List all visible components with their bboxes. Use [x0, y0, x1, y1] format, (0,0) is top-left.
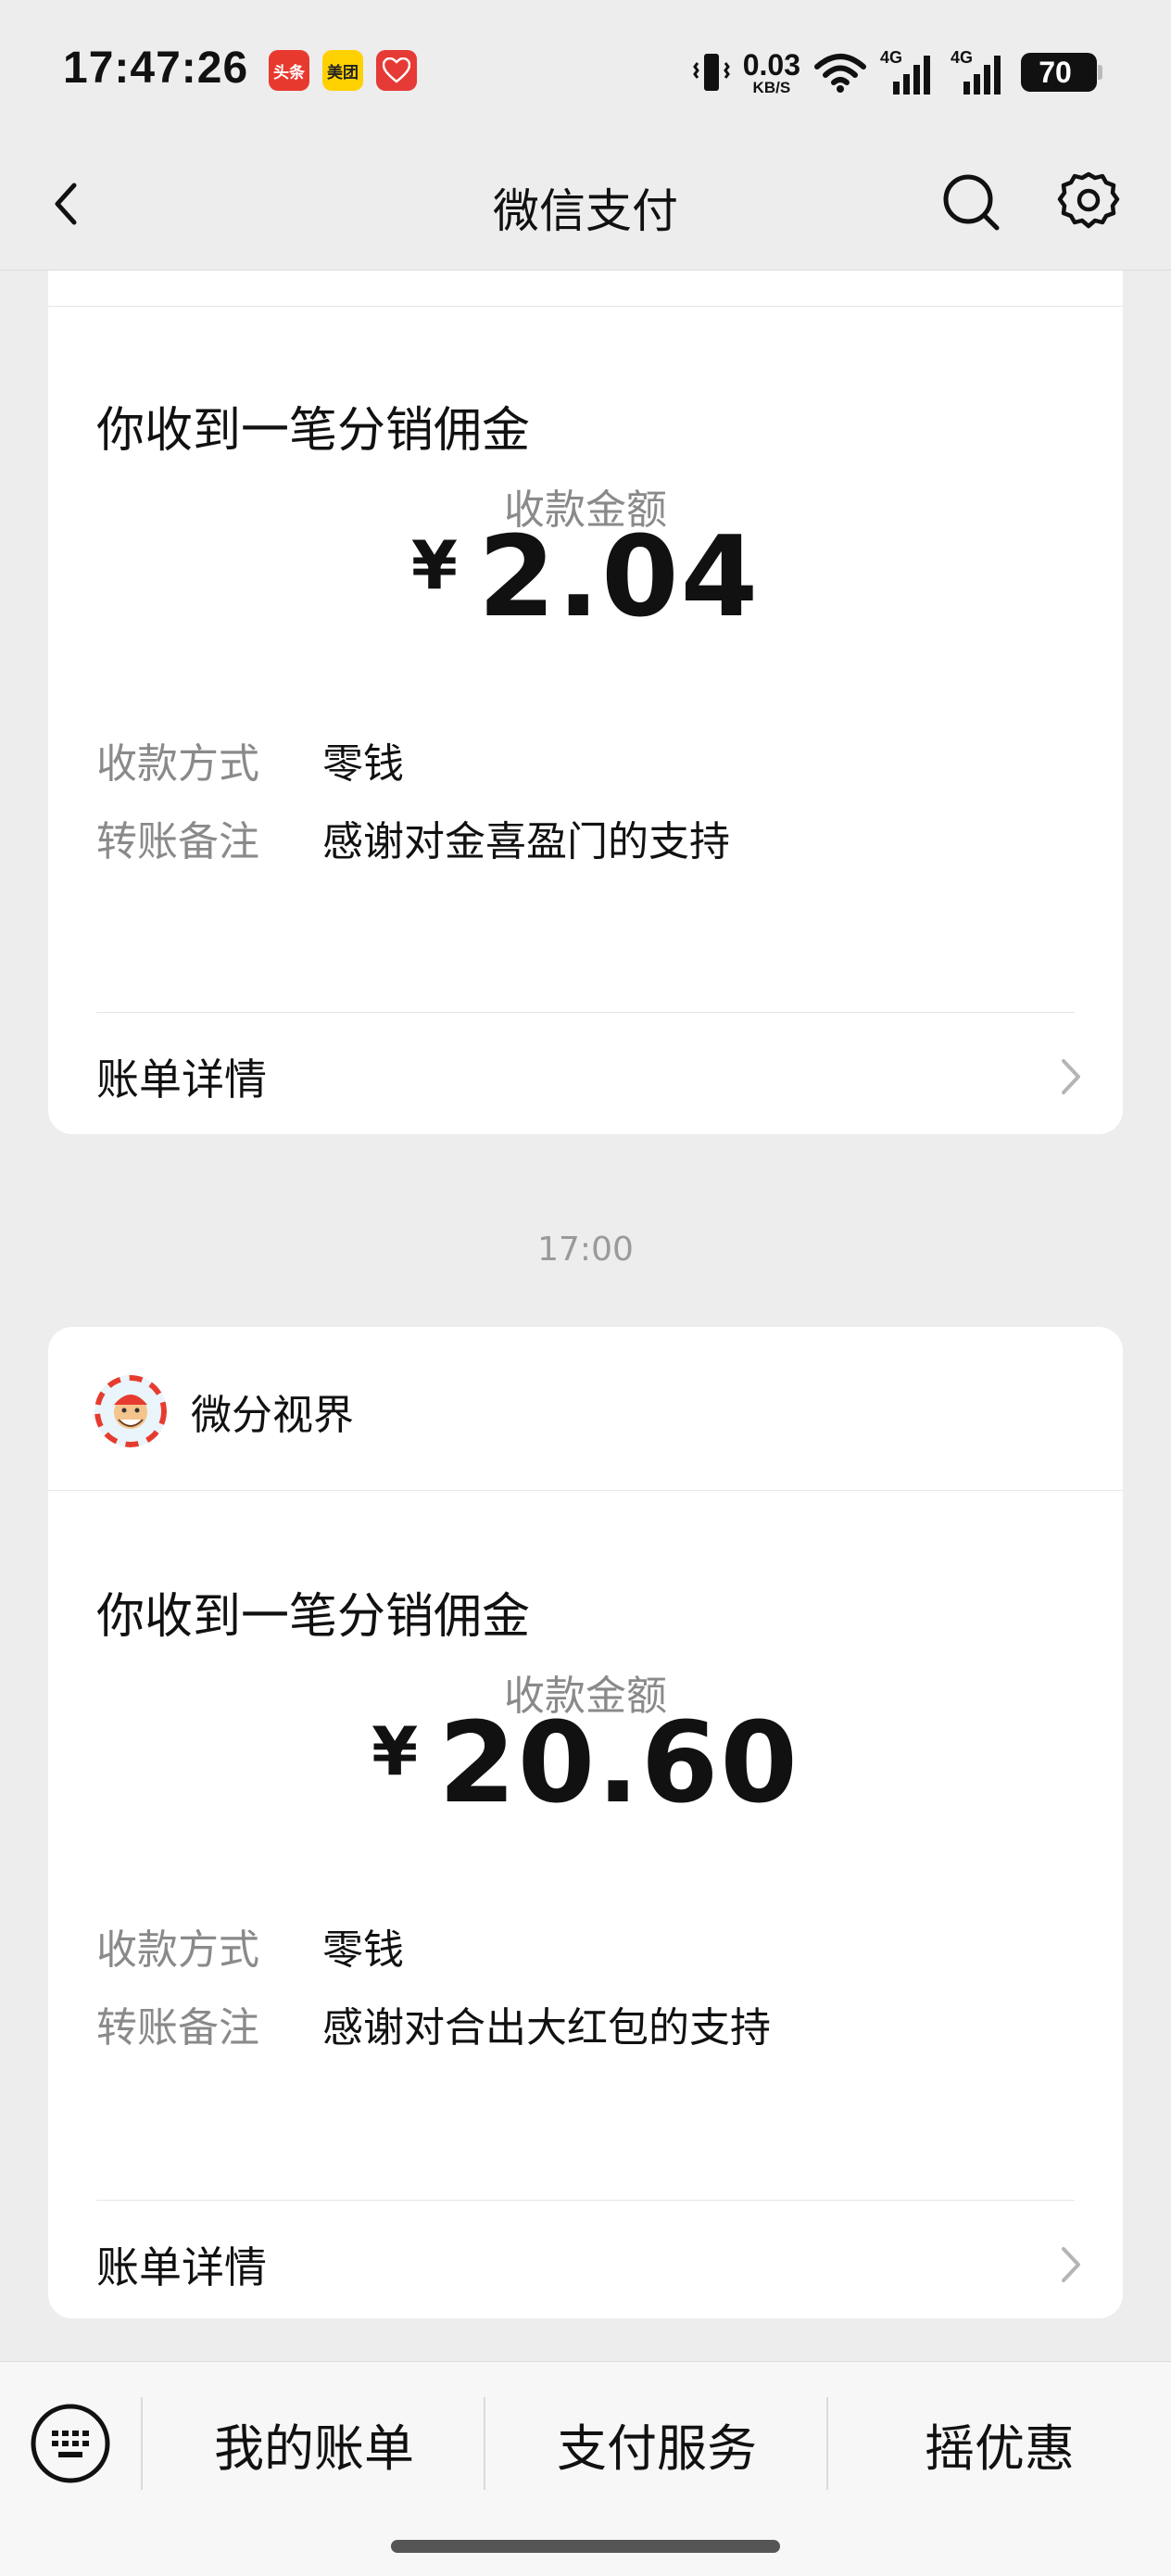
menu-shake-offers[interactable]: 摇优惠: [828, 2399, 1171, 2488]
keyboard-icon[interactable]: [28, 2401, 113, 2486]
chevron-right-icon: [1062, 1059, 1080, 1094]
wifi-icon: [814, 54, 866, 93]
status-time: 17:47:26: [63, 44, 249, 93]
payment-message-card: 你收到一笔分销佣金 收款金额 ¥2.04 收款方式 零钱 转账备注 感谢对金喜盈…: [48, 271, 1123, 1134]
payment-message-card: 微分视界 你收到一笔分销佣金 收款金额 ¥20.60 收款方式 零钱 转账备注 …: [48, 1327, 1123, 2318]
divider: [48, 306, 1123, 307]
status-bar: 17:47:26 头条 美团 0.03 KB/S 4G 4G 70: [0, 0, 1171, 139]
wechat-pay-chat-page: 17:47:26 头条 美团 0.03 KB/S 4G 4G 70 微信支付 你…: [0, 0, 1171, 2576]
toutiao-app-icon: 头条: [269, 50, 309, 91]
nav-bar: 微信支付: [0, 139, 1171, 271]
bill-details-link[interactable]: 账单详情: [96, 1040, 1086, 1114]
notice-title: 你收到一笔分销佣金: [96, 1589, 531, 1645]
menu-payment-services[interactable]: 支付服务: [485, 2399, 828, 2488]
chevron-right-icon: [1062, 2247, 1080, 2282]
amount-value: ¥2.04: [410, 513, 761, 642]
gear-icon[interactable]: [1054, 169, 1123, 237]
bottom-menu-bar: 我的账单 支付服务 摇优惠: [0, 2361, 1171, 2576]
meituan-app-icon: 美团: [322, 50, 363, 91]
divider: [96, 1012, 1075, 1013]
menu-my-bills[interactable]: 我的账单: [143, 2399, 485, 2488]
message-timestamp: 17:00: [537, 1231, 634, 1269]
merchant-avatar: [94, 1375, 167, 1447]
notice-title: 你收到一笔分销佣金: [96, 403, 531, 459]
battery-indicator: 70: [1021, 53, 1102, 92]
amount-value: ¥20.60: [371, 1699, 800, 1828]
merchant-header[interactable]: 微分视界: [94, 1373, 354, 1449]
bill-details-link[interactable]: 账单详情: [96, 2228, 1086, 2302]
transfer-note-row: 转账备注 感谢对合出大红包的支持: [96, 2004, 771, 2052]
divider: [96, 2200, 1075, 2201]
payment-method-row: 收款方式 零钱: [96, 1926, 404, 1974]
net-speed: 0.03 KB/S: [742, 47, 800, 96]
divider: [48, 1490, 1123, 1491]
heart-app-icon: [376, 50, 417, 91]
status-app-icons: 头条 美团: [269, 50, 417, 91]
signal-2-icon: 4G: [951, 48, 1008, 96]
signal-1-icon: 4G: [880, 48, 938, 96]
home-indicator[interactable]: [391, 2540, 780, 2553]
search-icon[interactable]: [938, 169, 1006, 237]
merchant-name: 微分视界: [191, 1392, 354, 1439]
vibrate-icon: [692, 54, 730, 91]
status-indicators: 0.03 KB/S 4G 4G 70: [692, 44, 1102, 100]
transfer-note-row: 转账备注 感谢对金喜盈门的支持: [96, 818, 730, 865]
payment-method-row: 收款方式 零钱: [96, 740, 404, 788]
